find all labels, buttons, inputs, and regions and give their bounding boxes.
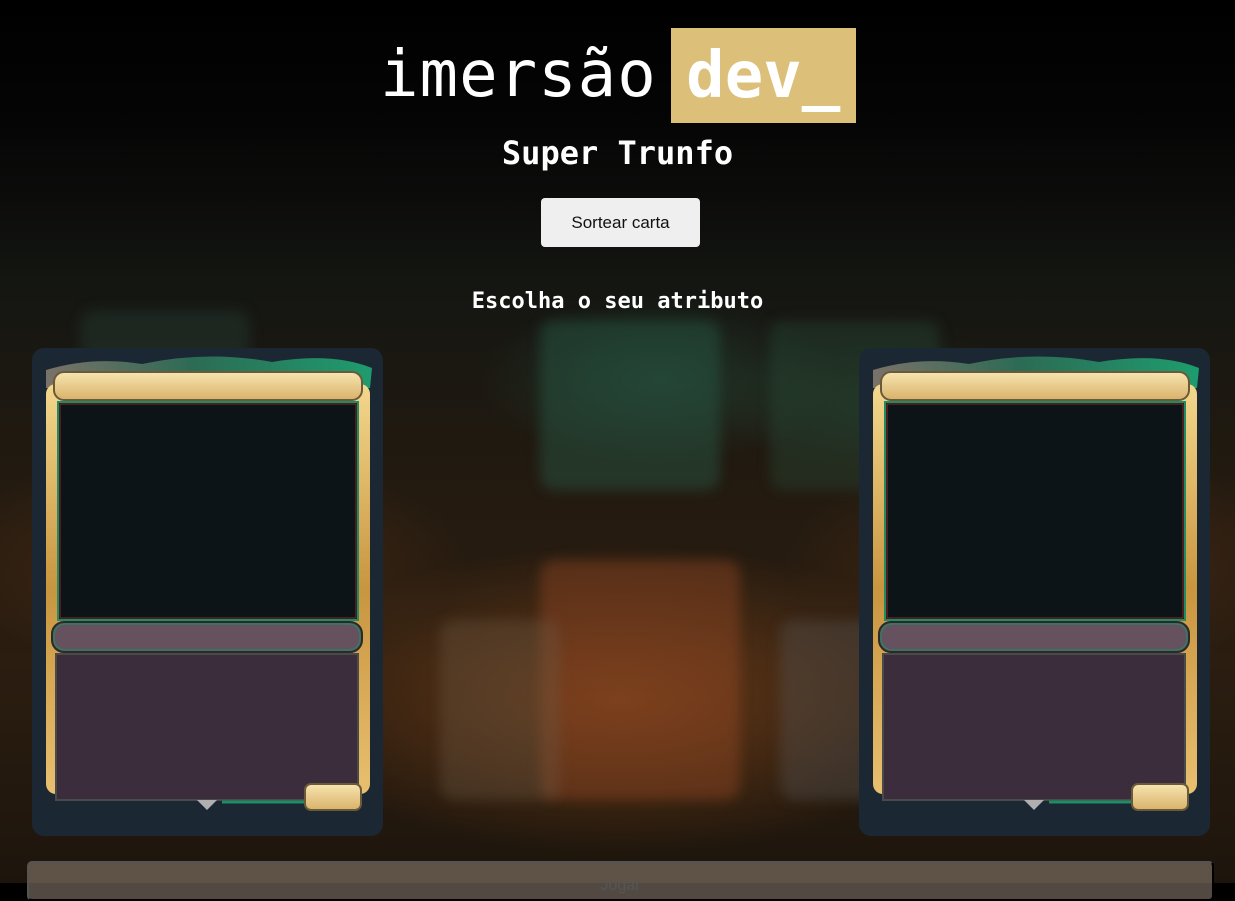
card-frame-art (873, 356, 1199, 811)
page-title: Super Trunfo (501, 134, 734, 172)
bg-blur-card (540, 320, 720, 490)
draw-card-button[interactable]: Sortear carta (541, 198, 700, 247)
play-button[interactable]: Jogar (27, 861, 1214, 901)
logo-text-imersao: imersão (380, 38, 657, 112)
attribute-prompt: Escolha o seu atributo (471, 289, 764, 314)
logo-box-dev: dev_ (670, 28, 856, 123)
imersao-dev-logo: imersão dev_ (380, 28, 856, 123)
bg-blur-card (440, 620, 560, 800)
card-frame-art (46, 356, 372, 811)
logo-text-dev: dev_ (686, 38, 841, 113)
bg-blur-card (540, 560, 740, 800)
player-card[interactable] (32, 348, 383, 836)
machine-card[interactable] (859, 348, 1210, 836)
